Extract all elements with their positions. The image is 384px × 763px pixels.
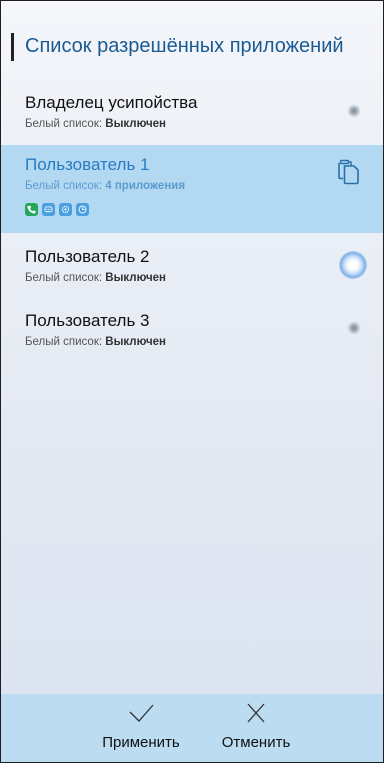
apply-label: Применить: [102, 734, 180, 751]
user-name: Пользователь 1: [25, 155, 150, 174]
check-icon: [129, 704, 154, 722]
user-name: Владелец усипойства: [25, 93, 198, 112]
screen: Список разрешённых приложений Владелец у…: [0, 0, 384, 763]
list-item-owner[interactable]: Владелец усипойства Белый список: Выключ…: [1, 85, 383, 145]
clock-app-icon: [76, 203, 89, 216]
list-item-user-3[interactable]: Пользователь 3 Белый список: Выключен: [1, 305, 383, 365]
user-name: Пользователь 3: [25, 311, 150, 330]
whitelist-status: Белый список: 4 приложения: [25, 180, 186, 192]
header: Список разрешённых приложений: [1, 31, 383, 65]
page-title: Список разрешённых приложений: [25, 35, 344, 57]
copy-icon[interactable]: [335, 157, 361, 185]
cancel-label: Отменить: [221, 734, 291, 751]
user-name: Пользователь 2: [25, 247, 150, 266]
header-accent-bar: [11, 33, 14, 61]
toggle-indicator[interactable]: [339, 251, 367, 279]
list-item-user-2[interactable]: Пользователь 2 Белый список: Выключен: [1, 241, 383, 301]
whitelist-status: Белый список: Выключен: [25, 118, 166, 130]
apply-button[interactable]: Применить: [86, 702, 196, 751]
messages-app-icon: [42, 203, 55, 216]
whitelist-status: Белый список: Выключен: [25, 272, 166, 284]
cancel-button[interactable]: Отменить: [201, 702, 311, 751]
whitelist-app-icons: [25, 203, 89, 217]
close-icon: [247, 703, 265, 723]
toggle-indicator[interactable]: [347, 104, 361, 118]
toggle-indicator[interactable]: [347, 321, 361, 335]
list-item-user-1[interactable]: Пользователь 1 Белый список: 4 приложени…: [1, 145, 383, 233]
bottom-action-bar: Применить Отменить: [1, 694, 383, 762]
whitelist-status: Белый список: Выключен: [25, 336, 166, 348]
settings-app-icon: [59, 203, 72, 216]
phone-app-icon: [25, 203, 38, 216]
